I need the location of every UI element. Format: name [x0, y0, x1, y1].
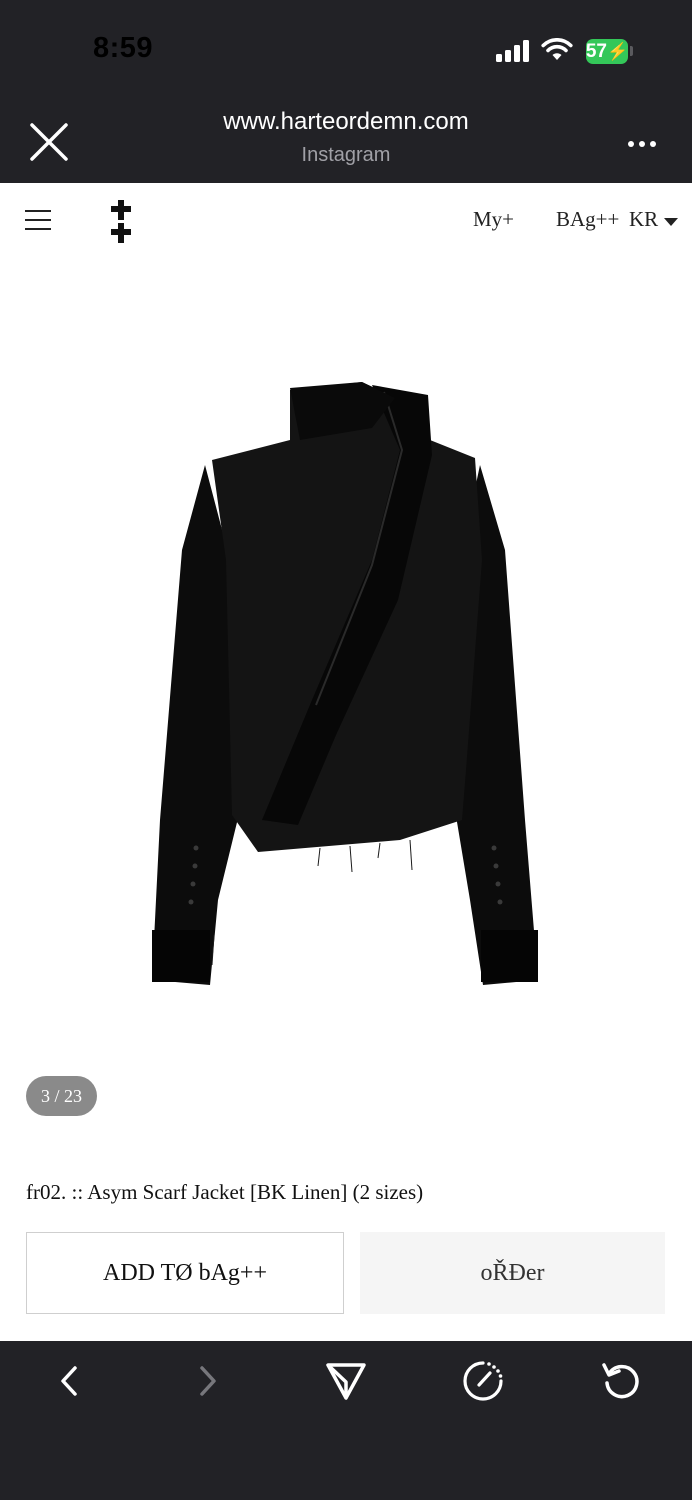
- source-label: Instagram: [301, 144, 391, 166]
- reload-icon[interactable]: [600, 1361, 642, 1401]
- forward-icon[interactable]: [194, 1361, 222, 1401]
- image-counter-badge: 3 / 23: [26, 1076, 97, 1116]
- more-options-icon[interactable]: [627, 140, 657, 148]
- battery-charging-icon: 57 ⚡: [585, 39, 629, 64]
- bag-link[interactable]: BAg++: [556, 207, 619, 232]
- currency-selector[interactable]: KR: [629, 207, 658, 232]
- signal-icon: [496, 40, 529, 62]
- product-title: fr02. :: Asym Scarf Jacket [BK Linen] (2…: [26, 1180, 424, 1204]
- add-to-bag-button[interactable]: ADD TØ bAg++: [26, 1232, 344, 1314]
- page-url: www.harteordemn.com: [223, 108, 469, 135]
- share-icon[interactable]: [325, 1361, 367, 1401]
- compass-icon[interactable]: [462, 1361, 504, 1401]
- brand-logo[interactable]: [109, 199, 133, 245]
- product-image[interactable]: [140, 380, 550, 990]
- order-button[interactable]: oŘĐer: [360, 1232, 665, 1314]
- menu-icon[interactable]: [25, 209, 51, 231]
- my-account-link[interactable]: My+: [473, 207, 514, 232]
- battery-level: 57: [585, 41, 607, 62]
- wifi-icon: [541, 38, 573, 60]
- chevron-down-icon[interactable]: [664, 218, 678, 226]
- status-time: 8:59: [93, 32, 154, 64]
- battery-cap: [630, 46, 633, 56]
- back-icon[interactable]: [55, 1361, 83, 1401]
